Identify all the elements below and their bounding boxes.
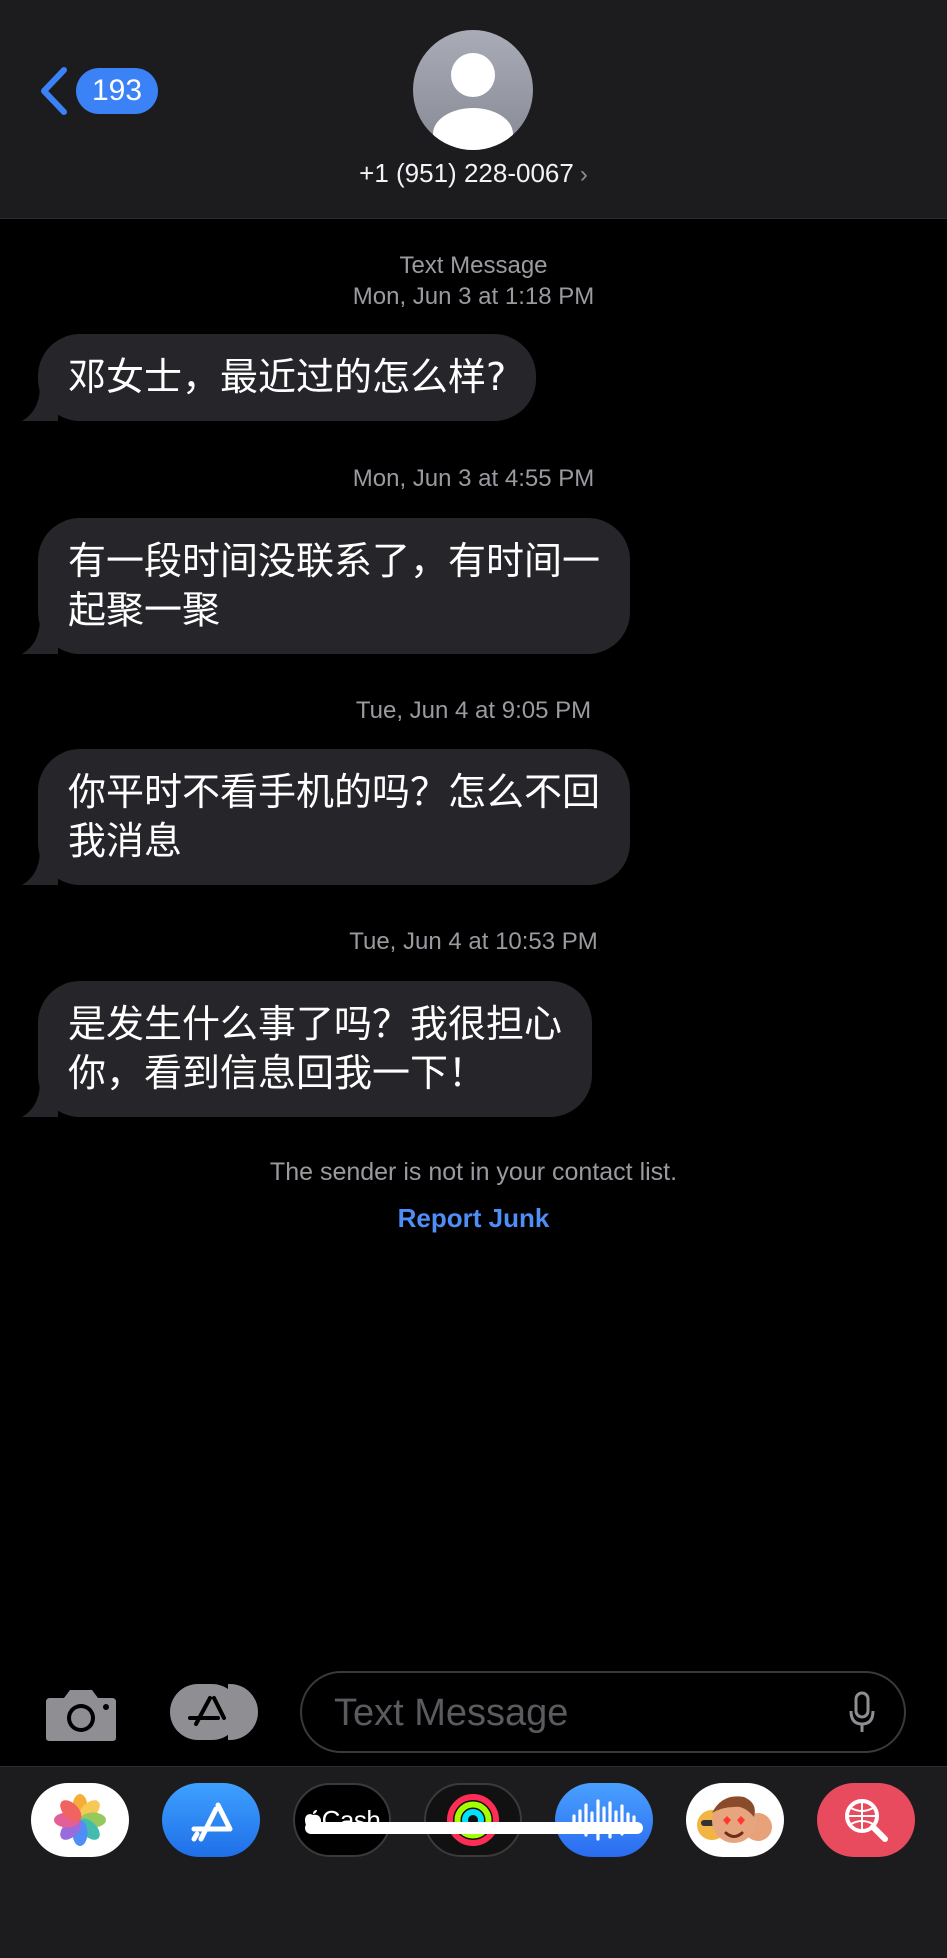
message-thread[interactable]: Text Message Mon, Jun 3 at 1:18 PM 邓女士，最…	[0, 218, 947, 1668]
activity-rings-icon	[447, 1794, 499, 1846]
message-timestamp: Tue, Jun 4 at 10:53 PM	[349, 928, 598, 955]
app-photos[interactable]	[31, 1783, 129, 1857]
microphone-icon[interactable]	[848, 1691, 876, 1735]
photos-icon	[54, 1794, 106, 1846]
app-store-icon	[191, 1802, 233, 1842]
app-apple-cash[interactable]: Cash	[293, 1783, 391, 1857]
app-audio-message[interactable]	[555, 1783, 653, 1857]
audio-waveform-icon	[572, 1799, 636, 1841]
message-text-line: 我消息	[68, 819, 183, 863]
message-text-line: 你平时不看手机的吗？怎么不回	[68, 770, 601, 814]
report-junk-link[interactable]: Report Junk	[0, 1203, 947, 1234]
image-search-icon	[845, 1799, 888, 1842]
message-composer	[0, 1668, 947, 1764]
app-app-store[interactable]	[162, 1783, 260, 1857]
home-indicator[interactable]	[305, 1822, 643, 1834]
contact-avatar[interactable]	[413, 30, 533, 150]
message-timestamp: Mon, Jun 3 at 1:18 PM	[352, 283, 595, 310]
memoji-icon	[697, 1796, 772, 1843]
text-message-field[interactable]	[300, 1671, 906, 1753]
message-text: 邓女士，最近过的怎么样?	[68, 355, 507, 399]
incoming-message-bubble[interactable]: 你平时不看手机的吗？怎么不回 我消息	[22, 749, 631, 885]
contact-name: +1 (951) 228-0067	[359, 158, 574, 188]
message-text-line: 有一段时间没联系了，有时间一	[68, 539, 601, 583]
unread-count-badge: 193	[76, 68, 159, 114]
conversation-header: 193 +1 (951) 228-0067 ›	[0, 0, 947, 219]
back-button[interactable]: 193	[36, 64, 159, 118]
message-text-line: 你，看到信息回我一下！	[68, 1051, 487, 1095]
camera-icon[interactable]	[44, 1686, 118, 1742]
thread-label: Text Message	[399, 252, 548, 279]
app-image-search[interactable]	[817, 1783, 915, 1857]
bubble-tail	[22, 1081, 58, 1117]
message-text-line: 是发生什么事了吗？我很担心	[68, 1002, 563, 1046]
app-memoji[interactable]	[686, 1783, 784, 1857]
chevron-left-icon	[41, 67, 67, 115]
chevron-right-icon: ›	[579, 161, 588, 188]
bubble-tail	[22, 849, 58, 885]
contact-name-button[interactable]: +1 (951) 228-0067 ›	[0, 158, 947, 189]
imessage-app-drawer: Cash	[0, 1766, 947, 1958]
incoming-message-bubble[interactable]: 有一段时间没联系了，有时间一 起聚一聚	[22, 518, 631, 654]
unknown-sender-notice: The sender is not in your contact list.	[269, 1158, 678, 1186]
person-icon	[433, 53, 513, 150]
message-input[interactable]	[332, 1673, 816, 1753]
bubble-tail	[22, 385, 58, 421]
message-timestamp: Mon, Jun 3 at 4:55 PM	[352, 465, 595, 492]
bubble-tail	[22, 618, 58, 654]
message-timestamp: Tue, Jun 4 at 9:05 PM	[355, 697, 592, 724]
incoming-message-bubble[interactable]: 邓女士，最近过的怎么样?	[22, 334, 537, 421]
app-store-icon[interactable]	[168, 1682, 258, 1742]
app-activity[interactable]	[424, 1783, 522, 1857]
incoming-message-bubble[interactable]: 是发生什么事了吗？我很担心 你，看到信息回我一下！	[22, 981, 593, 1117]
message-text-line: 起聚一聚	[68, 588, 221, 632]
